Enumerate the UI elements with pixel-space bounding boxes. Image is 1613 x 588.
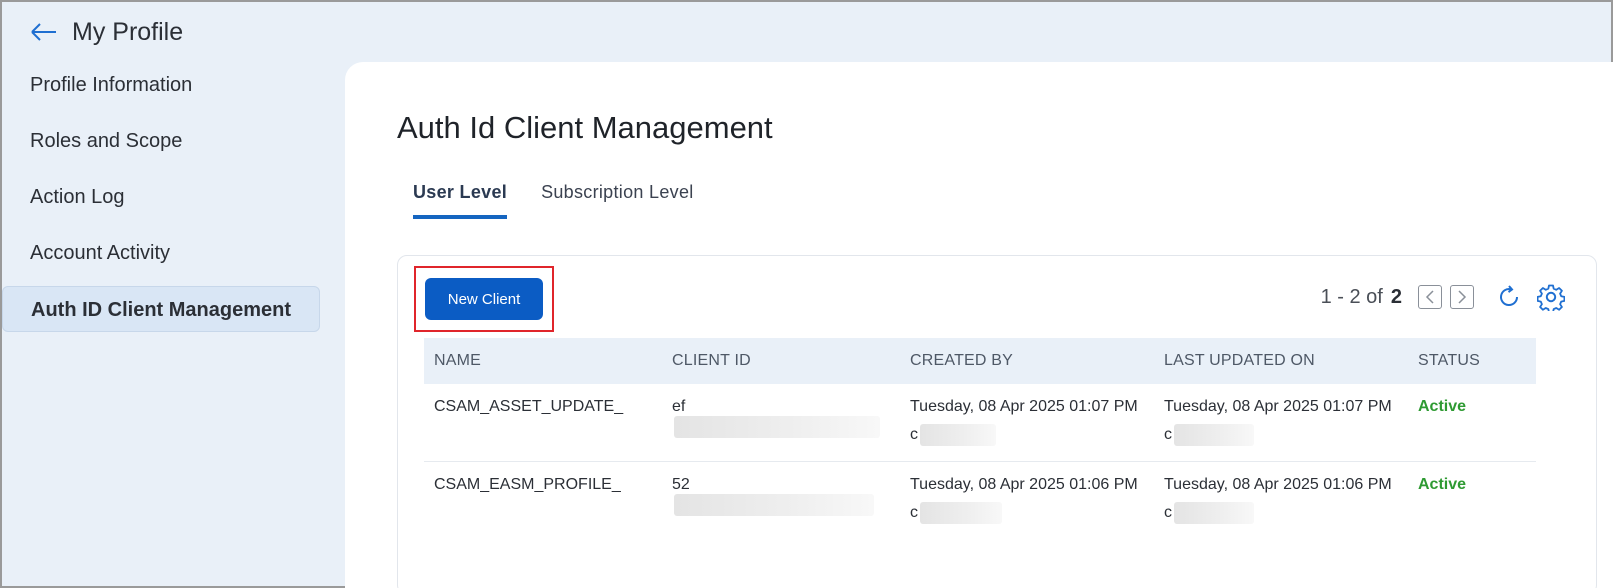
table-row[interactable]: CSAM_ASSET_UPDATE_ ef Tuesday, 08 Apr 20… <box>424 384 1536 462</box>
created-on: Tuesday, 08 Apr 2025 01:07 PM <box>910 398 1138 415</box>
tab-user-level[interactable]: User Level <box>413 182 508 219</box>
pagination-total: 2 <box>1390 285 1402 308</box>
tab-subscription-level[interactable]: Subscription Level <box>541 182 694 219</box>
client-list-card: New Client 1 - 2 of 2 NAME CLIENT ID CRE… <box>397 255 1597 588</box>
table-row[interactable]: CSAM_EASM_PROFILE_ 52 Tuesday, 08 Apr 20… <box>424 461 1536 538</box>
chevron-right-icon[interactable] <box>1450 285 1474 309</box>
refresh-icon[interactable] <box>1494 282 1524 312</box>
arrow-left-icon[interactable] <box>30 18 58 46</box>
client-table: NAME CLIENT ID CREATED BY LAST UPDATED O… <box>424 338 1536 538</box>
sidebar-item-account-activity[interactable]: Account Activity <box>2 230 320 276</box>
updated-by-user: c <box>1164 426 1172 443</box>
updated-on: Tuesday, 08 Apr 2025 01:06 PM <box>1164 475 1392 493</box>
column-header-created-by[interactable]: CREATED BY <box>900 338 1154 384</box>
redacted-value <box>920 424 996 446</box>
redacted-value <box>920 501 1002 524</box>
highlight-box: New Client <box>414 266 554 332</box>
gear-icon[interactable] <box>1536 282 1566 312</box>
created-by-user: c <box>910 426 918 443</box>
client-id: ef <box>672 398 686 415</box>
sidebar: Profile Information Roles and Scope Acti… <box>2 62 342 342</box>
created-on: Tuesday, 08 Apr 2025 01:06 PM <box>910 475 1138 493</box>
redacted-value <box>1174 501 1254 524</box>
client-name[interactable]: CSAM_EASM_PROFILE_ <box>434 476 652 494</box>
table-header-row: NAME CLIENT ID CREATED BY LAST UPDATED O… <box>424 338 1536 384</box>
sidebar-item-roles-and-scope[interactable]: Roles and Scope <box>2 118 320 164</box>
updated-on: Tuesday, 08 Apr 2025 01:07 PM <box>1164 398 1392 415</box>
client-id: 52 <box>672 475 690 493</box>
redacted-value <box>674 416 880 438</box>
column-header-last-updated-on[interactable]: LAST UPDATED ON <box>1154 338 1408 384</box>
section-title: Auth Id Client Management <box>397 110 773 145</box>
status-badge: Active <box>1418 475 1467 493</box>
page-title: My Profile <box>72 17 184 46</box>
pagination: 1 - 2 of 2 <box>1321 282 1566 312</box>
column-header-name[interactable]: NAME <box>424 338 662 384</box>
chevron-left-icon[interactable] <box>1418 285 1442 309</box>
redacted-value <box>674 493 874 516</box>
tab-bar: User Level Subscription Level <box>413 182 694 219</box>
updated-by-user: c <box>1164 503 1172 521</box>
top-bar: My Profile <box>2 2 1611 62</box>
redacted-value <box>1174 424 1254 446</box>
status-badge: Active <box>1418 398 1467 415</box>
client-name[interactable]: CSAM_ASSET_UPDATE_ <box>434 398 652 416</box>
pagination-range: 1 - 2 of <box>1320 285 1383 308</box>
new-client-button[interactable]: New Client <box>425 278 543 320</box>
sidebar-item-action-log[interactable]: Action Log <box>2 174 320 220</box>
created-by-user: c <box>910 503 918 521</box>
main-panel: Auth Id Client Management User Level Sub… <box>345 62 1613 588</box>
sidebar-item-profile-information[interactable]: Profile Information <box>2 62 320 108</box>
sidebar-item-auth-id-client-management[interactable]: Auth ID Client Management <box>2 286 320 332</box>
column-header-status[interactable]: STATUS <box>1408 338 1536 384</box>
column-header-client-id[interactable]: CLIENT ID <box>662 338 900 384</box>
